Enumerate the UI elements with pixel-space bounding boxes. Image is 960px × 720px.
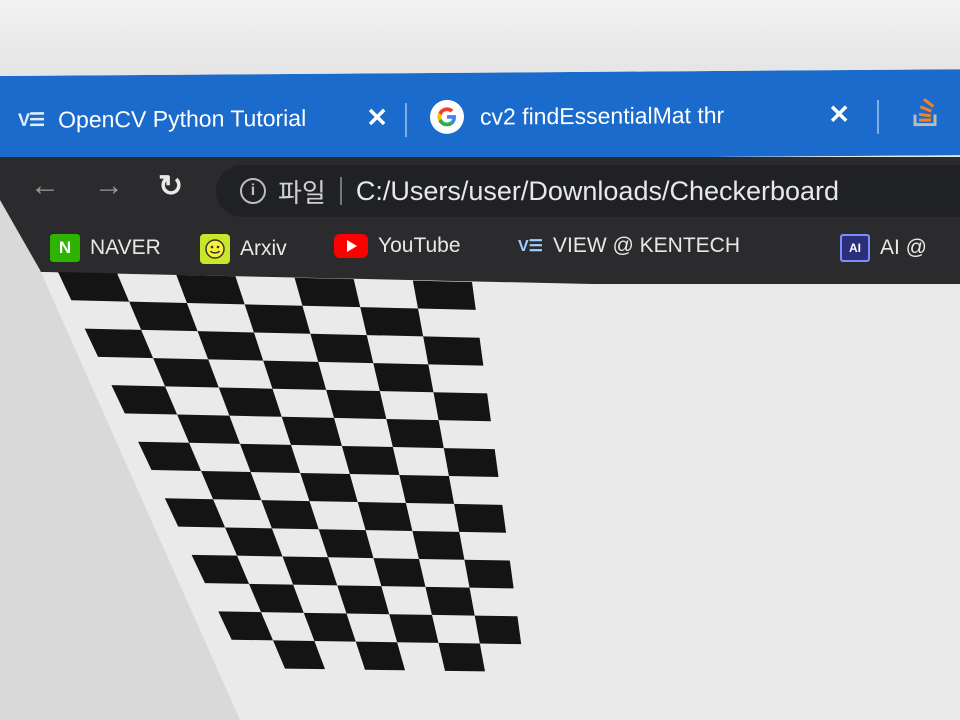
checker-square	[249, 583, 304, 613]
checker-square	[360, 307, 424, 337]
checker-square	[318, 529, 374, 559]
checker-square	[357, 502, 413, 531]
checker-square	[412, 280, 476, 310]
checker-square	[474, 615, 522, 645]
checker-square	[58, 272, 130, 302]
checker-square	[177, 414, 241, 444]
checker-square	[438, 642, 485, 672]
checker-square	[138, 441, 202, 471]
checker-square	[373, 558, 426, 587]
checker-square	[303, 612, 356, 642]
checker-square	[191, 554, 250, 584]
checker-square	[176, 274, 245, 305]
checker-square	[300, 473, 358, 503]
checker-square	[386, 419, 444, 449]
checker-square	[454, 503, 507, 533]
checker-square	[464, 559, 514, 589]
checker-square	[337, 585, 390, 615]
checker-square	[201, 471, 262, 501]
checker-square	[389, 614, 439, 643]
checker-square	[84, 328, 154, 359]
checker-square	[197, 331, 264, 361]
checker-square	[218, 611, 274, 641]
checker-square	[412, 530, 465, 560]
checker-square	[355, 641, 405, 671]
checker-square	[111, 385, 178, 415]
checker-square	[240, 443, 301, 473]
checker-square	[244, 304, 311, 334]
checker-square	[218, 387, 282, 417]
checker-square	[153, 358, 219, 388]
checker-square	[425, 586, 475, 616]
checker-square	[225, 527, 283, 557]
checker-square	[261, 500, 319, 530]
checker-square	[399, 475, 455, 504]
checkerboard-image	[58, 272, 522, 672]
checker-square	[433, 392, 491, 422]
checker-square	[164, 498, 226, 528]
checker-square	[129, 301, 198, 332]
checker-square	[263, 360, 327, 390]
checker-square	[310, 333, 374, 364]
checker-square	[341, 445, 400, 475]
checker-square	[273, 640, 325, 670]
checker-square	[282, 556, 338, 586]
checker-square	[294, 277, 361, 308]
checker-square	[326, 389, 387, 420]
checker-square	[423, 336, 484, 366]
checker-square	[443, 448, 499, 477]
checker-square	[373, 363, 434, 393]
checker-square	[281, 416, 342, 446]
